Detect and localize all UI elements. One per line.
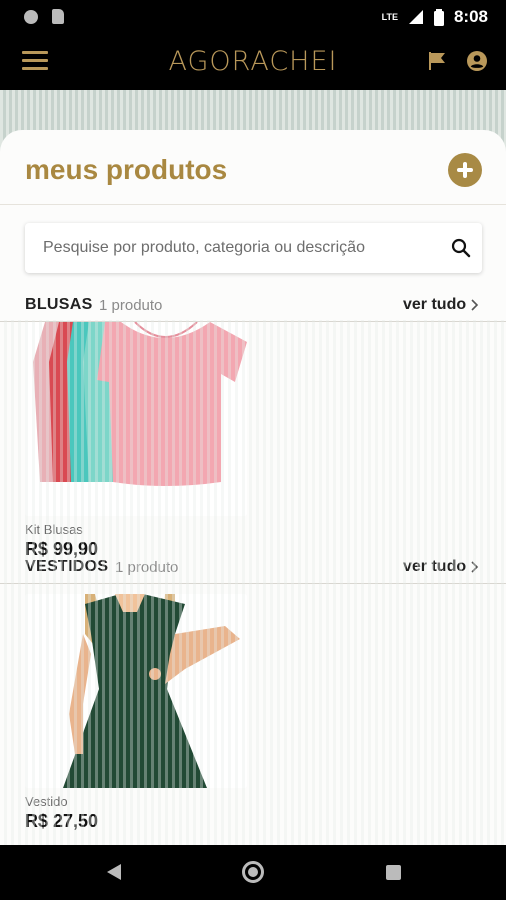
header-divider [0,204,506,205]
product-image [25,322,247,516]
profile-button[interactable] [465,49,489,73]
status-time: 8:08 [453,7,488,26]
see-all-link-vestidos[interactable]: ver tudo [403,558,479,576]
notification-dot-icon [24,9,38,24]
see-all-label: ver tudo [403,296,467,313]
chevron-right-icon [471,561,479,573]
app-bar: AGORACHEI [0,34,506,90]
tshirts-image [25,322,247,516]
section-header-blusas: BLUSAS 1 produto ver tudo [0,290,506,322]
product-card-kit-blusas[interactable]: Kit Blusas R$ 99,90 [25,322,247,560]
section-title: BLUSAS [25,296,93,313]
section-count: 1 produto [115,559,179,576]
add-product-button[interactable] [448,153,482,187]
main-card: meus produtos BLUSAS 1 produto ver tudo [0,130,506,845]
sd-card-icon [52,9,64,24]
section-header-vestidos: VESTIDOS 1 produto ver tudo [0,552,506,584]
chevron-right-icon [471,299,479,311]
see-all-link-blusas[interactable]: ver tudo [403,296,479,314]
page-title: meus produtos [25,154,228,185]
recent-apps-icon[interactable] [386,865,401,880]
search-box [25,223,482,273]
battery-icon [433,8,444,26]
flag-button[interactable] [426,50,448,72]
product-name: Kit Blusas [25,522,83,537]
see-all-label: ver tudo [403,558,467,575]
user-circle-icon [467,51,487,71]
product-card-vestido[interactable]: Vestido R$ 27,50 [25,594,247,832]
product-image [25,594,247,788]
status-bar: LTE 8:08 [0,0,506,34]
network-type: LTE [381,12,398,22]
flag-icon [429,52,445,70]
section-title: VESTIDOS [25,558,109,575]
section-count: 1 produto [99,297,163,314]
system-nav-bar [0,845,506,900]
search-icon[interactable] [451,238,471,258]
signal-icon [408,10,423,24]
home-icon[interactable] [242,861,264,883]
search-input[interactable] [43,223,443,273]
product-price: R$ 27,50 [25,811,99,831]
dress-image [25,594,247,788]
product-name: Vestido [25,794,68,809]
back-icon[interactable] [106,863,122,881]
